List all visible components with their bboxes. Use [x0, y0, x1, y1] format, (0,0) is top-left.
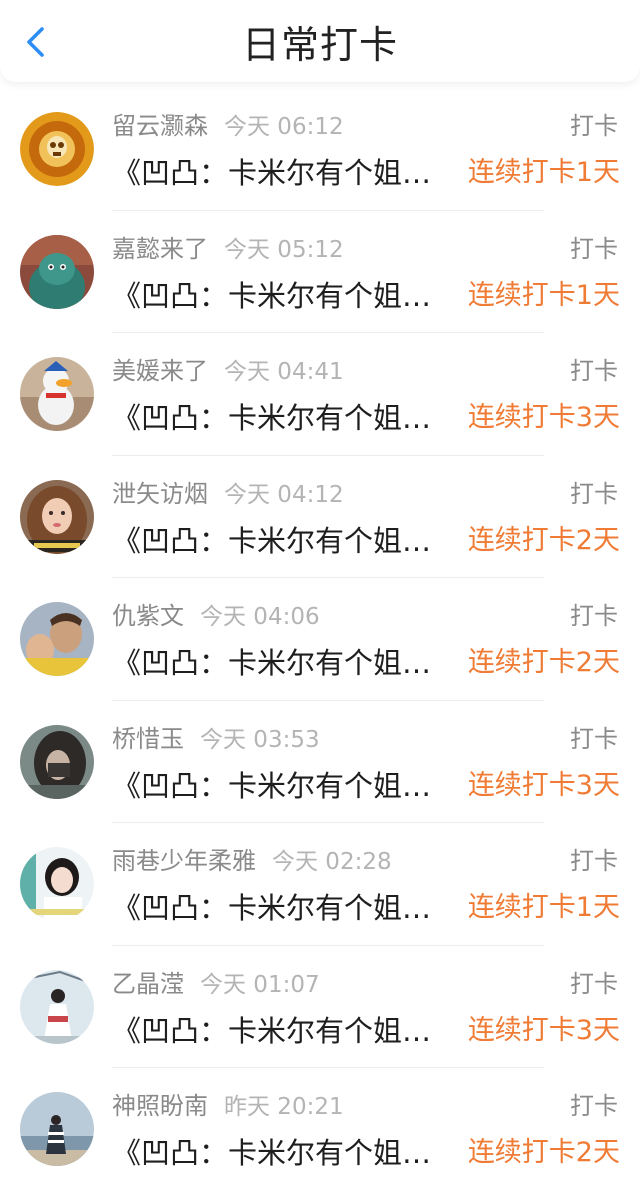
checkin-time: 今天 03:53: [200, 726, 320, 753]
checkin-time: 今天 04:06: [200, 604, 320, 630]
list-item[interactable]: 桥惜玉 今天 03:53 打卡 《凹凸：卡米尔有个姐… 连续打卡3天: [0, 701, 640, 824]
avatar[interactable]: [20, 479, 94, 554]
streak-text: 连续打卡1天: [467, 892, 620, 923]
action-label: 打卡: [570, 847, 618, 875]
streak-text: 连续打卡3天: [467, 769, 620, 801]
checkin-time: 今天 06:12: [224, 114, 344, 140]
user-name-text: 留云灏森: [112, 112, 208, 140]
avatar[interactable]: [20, 724, 94, 799]
checkin-time: 今天 02:28: [272, 849, 392, 875]
user-name: 泄矢访烟 今天 04:12: [112, 478, 344, 511]
list-item[interactable]: 雨巷少年柔雅 今天 02:28 打卡 《凹凸：卡米尔有个姐… 连续打卡1天: [0, 823, 640, 946]
avatar[interactable]: [20, 112, 94, 186]
streak-text: 连续打卡1天: [467, 157, 620, 188]
user-name-text: 神照盼南: [112, 1092, 208, 1120]
user-name-text: 美媛来了: [112, 357, 208, 385]
avatar[interactable]: [20, 847, 94, 921]
user-name: 美媛来了 今天 04:41: [112, 355, 344, 388]
book-title: 《凹凸：卡米尔有个姐…: [112, 523, 432, 558]
book-title: 《凹凸：卡米尔有个姐…: [112, 768, 432, 803]
book-title: 《凹凸：卡米尔有个姐…: [112, 646, 432, 680]
list-item[interactable]: 仇紫文 今天 04:06 打卡 《凹凸：卡米尔有个姐… 连续打卡2天: [0, 578, 640, 701]
streak-text: 连续打卡3天: [467, 1014, 620, 1046]
user-name-text: 雨巷少年柔雅: [112, 847, 256, 875]
streak-text: 连续打卡2天: [467, 1137, 620, 1168]
action-label: 打卡: [570, 969, 618, 998]
avatar[interactable]: [20, 969, 94, 1044]
user-name-text: 嘉懿来了: [112, 234, 208, 263]
user-name-text: 仇紫文: [112, 602, 184, 630]
list-item[interactable]: 乙晶滢 今天 01:07 打卡 《凹凸：卡米尔有个姐… 连续打卡3天: [0, 946, 640, 1069]
list-item[interactable]: 留云灏森 今天 06:12 打卡 《凹凸：卡米尔有个姐… 连续打卡1天: [0, 88, 640, 211]
list-item[interactable]: 嘉懿来了 今天 05:12 打卡 《凹凸：卡米尔有个姐… 连续打卡1天: [0, 211, 640, 334]
action-label: 打卡: [570, 479, 618, 508]
checkin-time: 今天 05:12: [224, 236, 344, 263]
action-label: 打卡: [570, 357, 618, 385]
user-name-text: 桥惜玉: [112, 724, 184, 753]
avatar[interactable]: [20, 234, 94, 309]
user-name: 雨巷少年柔雅 今天 02:28: [112, 845, 392, 878]
action-label: 打卡: [570, 234, 618, 263]
list-item[interactable]: 美媛来了 今天 04:41 打卡 《凹凸：卡米尔有个姐… 连续打卡3天: [0, 333, 640, 456]
user-name: 嘉懿来了 今天 05:12: [112, 233, 344, 266]
checkin-list: 留云灏森 今天 06:12 打卡 《凹凸：卡米尔有个姐… 连续打卡1天 嘉懿来了今…: [0, 88, 640, 1182]
action-label: 打卡: [570, 1092, 618, 1120]
user-name: 留云灏森 今天 06:12: [112, 110, 344, 143]
streak-text: 连续打卡2天: [467, 647, 620, 678]
action-label: 打卡: [570, 112, 618, 140]
checkin-time: 昨天 20:21: [224, 1094, 344, 1120]
checkin-time: 今天 01:07: [200, 971, 320, 998]
streak-text: 连续打卡1天: [467, 279, 620, 311]
user-name-text: 泄矢访烟: [112, 479, 208, 508]
user-name-text: 乙晶滢: [112, 969, 184, 998]
book-title: 《凹凸：卡米尔有个姐…: [112, 1013, 432, 1048]
book-title: 《凹凸：卡米尔有个姐…: [112, 891, 432, 925]
streak-text: 连续打卡3天: [467, 402, 620, 433]
checkin-time: 今天 04:41: [224, 359, 344, 385]
avatar[interactable]: [20, 357, 94, 431]
action-label: 打卡: [570, 602, 618, 630]
avatar[interactable]: [20, 1092, 94, 1166]
checkin-page: 日常打卡 留云灏森今天 06:12 打卡 《凹凸：卡米尔有个姐… 连续打卡1天: [0, 0, 640, 1182]
checkin-time: 今天 04:12: [224, 481, 344, 508]
user-name: 仇紫文 今天 04:06: [112, 600, 320, 633]
book-title: 《凹凸：卡米尔有个姐…: [112, 278, 432, 313]
list-item[interactable]: 泄矢访烟 今天 04:12 打卡 《凹凸：卡米尔有个姐… 连续打卡2天: [0, 456, 640, 579]
book-title: 《凹凸：卡米尔有个姐…: [112, 156, 432, 190]
nav-bar: 日常打卡: [0, 0, 640, 82]
user-name: 神照盼南 昨天 20:21: [112, 1090, 344, 1123]
list-item[interactable]: 神照盼南 昨天 20:21 打卡 《凹凸：卡米尔有个姐… 连续打卡2天: [0, 1068, 640, 1182]
book-title: 《凹凸：卡米尔有个姐…: [112, 1136, 432, 1170]
page-title: 日常打卡: [241, 23, 398, 67]
streak-text: 连续打卡2天: [467, 524, 620, 556]
user-name: 乙晶滢 今天 01:07: [112, 968, 320, 1001]
book-title: 《凹凸：卡米尔有个姐…: [112, 401, 432, 435]
avatar[interactable]: [20, 602, 94, 676]
action-label: 打卡: [570, 724, 618, 753]
user-name: 桥惜玉 今天 03:53: [112, 723, 320, 756]
